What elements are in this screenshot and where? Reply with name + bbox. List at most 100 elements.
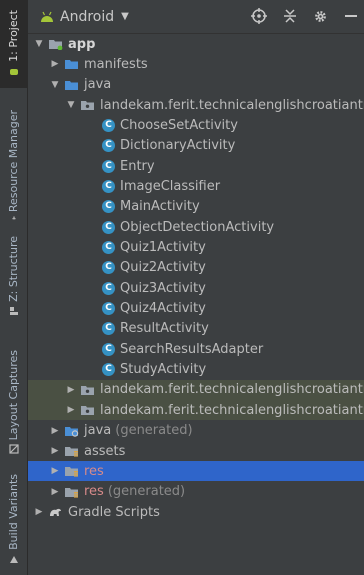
project-toolbar: Android ▼ (28, 0, 364, 34)
tree-row[interactable]: C MainActivity (28, 197, 364, 217)
tree-row-icon (48, 506, 63, 518)
tree-row-icon (64, 465, 79, 477)
package-icon (81, 406, 94, 416)
tree-row-icon: C (102, 281, 115, 295)
collapsed-arrow-icon[interactable]: ▶ (50, 487, 60, 497)
tree-row-label: StudyActivity (120, 362, 207, 378)
class-icon: C (102, 281, 115, 295)
class-icon: C (102, 139, 115, 153)
project-tree: ▼ app ▶ manifests ▼ java ▼ landekam.ferit.techn… (28, 34, 364, 575)
side-tab-layout-captures[interactable]: Layout Captures (0, 350, 27, 460)
tree-row[interactable]: ▶ manifests (28, 54, 364, 74)
side-tab-resource-manager[interactable]: Resource Manager (0, 110, 27, 220)
tree-row[interactable]: C SearchResultsAdapter (28, 339, 364, 359)
class-icon: C (102, 302, 115, 316)
gradle-icon (50, 508, 61, 517)
tree-row-label: res (84, 463, 104, 479)
tree-row[interactable]: C DictionaryActivity (28, 136, 364, 156)
tree-row-icon: C (102, 220, 115, 234)
expanded-arrow-icon[interactable]: ▼ (66, 100, 76, 110)
tree-row-icon (80, 99, 95, 111)
tree-row[interactable]: ▶ Gradle Scripts (28, 502, 364, 522)
tree-row-label: app (68, 36, 96, 52)
tree-row-icon (48, 38, 63, 50)
resource-folder-icon (65, 487, 78, 498)
tree-row-label: Gradle Scripts (68, 504, 160, 520)
tree-row[interactable]: ▼ landekam.ferit.technicalenglishcroatian… (28, 95, 364, 115)
collapsed-arrow-icon[interactable]: ▶ (50, 426, 60, 436)
expanded-arrow-icon[interactable]: ▼ (50, 80, 60, 90)
class-icon: C (102, 363, 115, 377)
tree-row-label: ImageClassifier (120, 178, 221, 194)
collapsed-arrow-icon[interactable]: ▶ (34, 507, 44, 517)
tree-row-icon: C (102, 118, 115, 132)
class-icon: C (102, 220, 115, 234)
tree-row-icon (80, 404, 95, 416)
tree-row[interactable]: ▶ res (generated) (28, 482, 364, 502)
tree-row[interactable]: ▶ res (28, 461, 364, 482)
collapsed-arrow-icon[interactable]: ▶ (50, 466, 60, 476)
tree-row[interactable]: C ImageClassifier (28, 176, 364, 196)
tree-row[interactable]: C ChooseSetActivity (28, 115, 364, 135)
side-tab-project[interactable]: 1: Project (0, 0, 27, 88)
tree-row-label: MainActivity (120, 199, 200, 215)
tree-row-icon: C (102, 322, 115, 336)
side-tab-label: Build Variants (7, 474, 20, 550)
tree-row[interactable]: C Quiz1Activity (28, 238, 364, 258)
tree-row-icon (64, 425, 79, 437)
package-icon (81, 101, 94, 111)
tree-row-icon (64, 445, 79, 457)
folder-icon (65, 60, 78, 70)
tree-row-label: Quiz3Activity (120, 280, 206, 296)
collapsed-arrow-icon[interactable]: ▶ (66, 385, 76, 395)
side-tab-build-variants[interactable]: Build Variants (0, 474, 27, 574)
tree-row[interactable]: ▶ assets (28, 441, 364, 461)
tree-row[interactable]: ▼ app (28, 34, 364, 54)
tree-row[interactable]: ▼ java (28, 75, 364, 95)
class-icon: C (102, 179, 115, 193)
tree-row[interactable]: C Quiz3Activity (28, 278, 364, 298)
tree-row-label: Entry (120, 158, 155, 174)
side-tab-structure[interactable]: Z: Structure (0, 236, 27, 326)
collapsed-arrow-icon[interactable]: ▶ (50, 446, 60, 456)
tree-row-icon: C (102, 261, 115, 275)
tree-row[interactable]: C Quiz4Activity (28, 299, 364, 319)
tree-row-label: SearchResultsAdapter (120, 341, 264, 357)
tree-row-label: assets (84, 443, 126, 459)
tree-row-suffix: (generated) (107, 484, 186, 500)
tree-row-label: java (84, 77, 112, 93)
tree-row[interactable]: C Quiz2Activity (28, 258, 364, 278)
tree-row-icon: C (102, 363, 115, 377)
expanded-arrow-icon[interactable]: ▼ (34, 39, 44, 49)
tree-row[interactable]: C ResultActivity (28, 319, 364, 339)
tree-row-label: ChooseSetActivity (120, 117, 238, 133)
gear-icon[interactable] (313, 9, 328, 24)
tree-row[interactable]: C Entry (28, 156, 364, 176)
tree-row-icon: C (102, 200, 115, 214)
tree-row[interactable]: ▶ landekam.ferit.technicalenglishcroatian… (28, 379, 364, 400)
tree-row[interactable]: ▶ landekam.ferit.technicalenglishcroatian… (28, 400, 364, 421)
module-folder-icon (49, 40, 63, 50)
tree-row-suffix: (generated) (115, 423, 193, 439)
collapsed-arrow-icon[interactable]: ▶ (66, 405, 76, 415)
tree-row-label: landekam.ferit.technicalenglishcroatiant… (100, 382, 364, 398)
class-icon: C (102, 241, 115, 254)
resource-folder-icon (65, 447, 78, 457)
tree-row-label: ObjectDetectionActivity (120, 219, 275, 235)
view-selector-caret[interactable]: ▼ (121, 11, 129, 22)
collapsed-arrow-icon[interactable]: ▶ (50, 59, 60, 69)
class-icon: C (102, 261, 115, 275)
tree-row[interactable]: C StudyActivity (28, 360, 364, 380)
folder-icon (65, 80, 78, 90)
tool-window-strip: 1: Project Resource Manager Z: Structure… (0, 0, 28, 575)
hide-icon[interactable] (344, 8, 358, 24)
tree-row[interactable]: ▶ java (generated) (28, 421, 364, 441)
tree-row-label: Quiz1Activity (120, 240, 206, 255)
tree-row[interactable]: C ObjectDetectionActivity (28, 217, 364, 237)
tree-row-label: Quiz4Activity (120, 301, 206, 317)
collapse-all-icon[interactable] (283, 8, 297, 24)
locate-file-icon[interactable] (251, 8, 267, 24)
view-selector[interactable]: Android (60, 9, 114, 25)
class-icon: C (102, 118, 115, 132)
class-icon: C (102, 200, 115, 214)
